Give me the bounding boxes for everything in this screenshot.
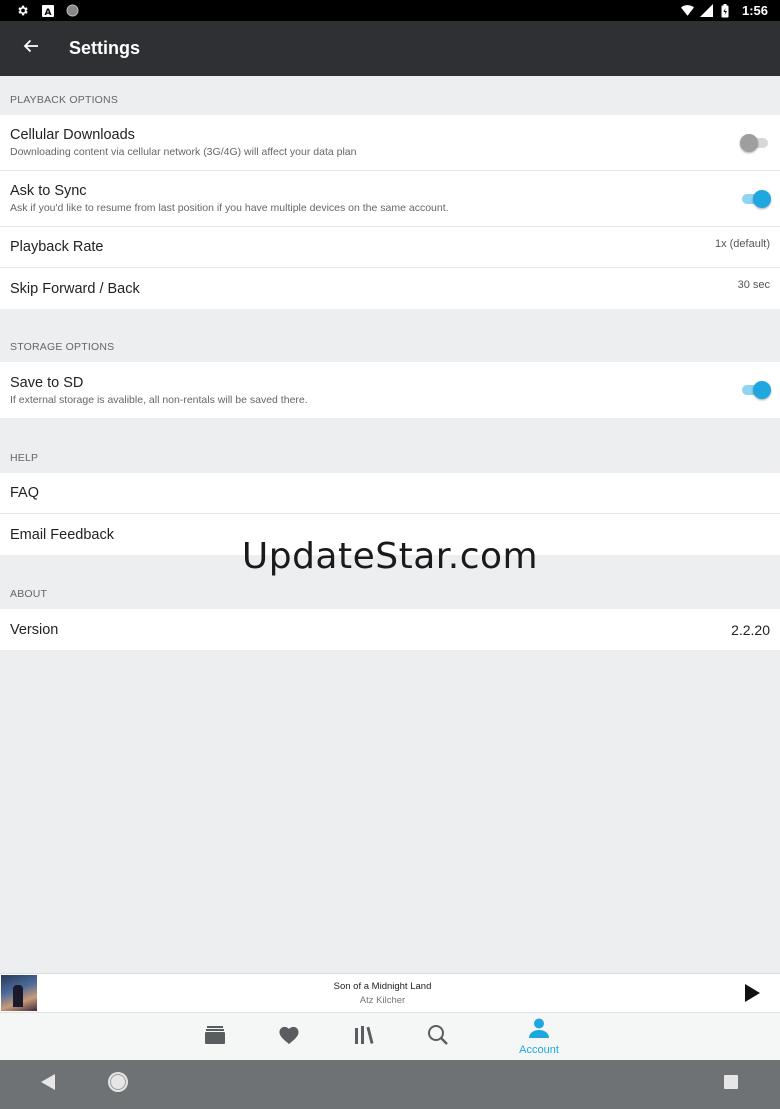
store-icon bbox=[204, 1025, 226, 1050]
home-circle-icon bbox=[106, 1070, 130, 1099]
section-header-help: HELP bbox=[0, 418, 780, 473]
circle-icon bbox=[66, 4, 79, 17]
setting-title: FAQ bbox=[10, 485, 40, 501]
recents-square-icon bbox=[723, 1074, 739, 1095]
setting-subtitle: Ask if you'd like to resume from last po… bbox=[10, 202, 449, 214]
play-icon bbox=[742, 984, 762, 1007]
status-bar: A 1:56 bbox=[0, 0, 780, 21]
setting-title: Ask to Sync bbox=[10, 183, 87, 199]
setting-title: Save to SD bbox=[10, 374, 84, 391]
setting-subtitle: Downloading content via cellular network… bbox=[10, 146, 357, 158]
tab-library[interactable] bbox=[347, 1013, 381, 1061]
cell-signal-icon bbox=[699, 4, 713, 17]
app-bar: Settings bbox=[0, 21, 780, 76]
setting-ask-to-sync[interactable]: Ask to Sync Ask if you'd like to resume … bbox=[0, 171, 780, 227]
a-icon: A bbox=[41, 4, 54, 17]
setting-subtitle: If external storage is avalible, all non… bbox=[10, 393, 308, 406]
system-nav-bar bbox=[0, 1060, 780, 1109]
setting-save-to-sd[interactable]: Save to SD If external storage is avalib… bbox=[0, 362, 780, 418]
svg-text:A: A bbox=[44, 8, 51, 17]
play-button[interactable] bbox=[742, 983, 762, 1003]
setting-title: Cellular Downloads bbox=[10, 127, 135, 143]
ask-to-sync-toggle[interactable] bbox=[740, 189, 771, 209]
search-icon bbox=[427, 1024, 449, 1051]
gear-icon bbox=[16, 4, 29, 17]
person-icon bbox=[528, 1018, 550, 1043]
back-triangle-icon bbox=[39, 1073, 57, 1096]
now-playing-title: Son of a Midnight Land bbox=[333, 980, 432, 992]
now-playing-artist: Atz Kilcher bbox=[359, 994, 406, 1006]
setting-faq[interactable]: FAQ bbox=[0, 473, 780, 514]
heart-icon bbox=[278, 1025, 300, 1050]
cellular-downloads-toggle[interactable] bbox=[740, 133, 770, 153]
nav-home-button[interactable] bbox=[88, 1060, 148, 1109]
setting-value: 30 sec bbox=[737, 279, 770, 291]
bottom-tab-bar: Account bbox=[0, 1012, 780, 1060]
setting-title: Skip Forward / Back bbox=[10, 280, 140, 297]
setting-playback-rate[interactable]: Playback Rate 1x (default) bbox=[0, 227, 780, 268]
wifi-icon bbox=[680, 4, 694, 17]
page-title: Settings bbox=[69, 38, 141, 58]
battery-icon bbox=[719, 3, 732, 17]
setting-title: Playback Rate bbox=[10, 239, 104, 255]
tab-store[interactable] bbox=[198, 1013, 232, 1061]
now-playing-bar[interactable]: Son of a Midnight Land Atz Kilcher bbox=[0, 973, 780, 1012]
nav-back-button[interactable] bbox=[18, 1060, 78, 1109]
setting-version: Version 2.2.20 bbox=[0, 609, 780, 650]
version-value: 2.2.20 bbox=[731, 621, 770, 638]
tab-search[interactable] bbox=[421, 1013, 455, 1061]
watermark: UpdateStar.com bbox=[241, 536, 539, 577]
tab-label: Account bbox=[519, 1044, 559, 1056]
setting-value: 1x (default) bbox=[714, 238, 770, 250]
arrow-left-icon bbox=[23, 38, 39, 59]
nav-recents-button[interactable] bbox=[701, 1060, 761, 1109]
now-playing-info: Son of a Midnight Land Atz Kilcher bbox=[0, 981, 765, 1006]
setting-title: Version bbox=[10, 621, 59, 638]
setting-skip-forward-back[interactable]: Skip Forward / Back 30 sec bbox=[0, 268, 780, 309]
tab-favorites[interactable] bbox=[272, 1013, 306, 1061]
section-header-storage: STORAGE OPTIONS bbox=[0, 309, 780, 362]
setting-cellular-downloads[interactable]: Cellular Downloads Downloading content v… bbox=[0, 115, 780, 171]
tab-account[interactable]: Account bbox=[509, 1013, 569, 1061]
back-button[interactable] bbox=[0, 21, 62, 76]
library-icon bbox=[353, 1025, 375, 1050]
section-header-playback: PLAYBACK OPTIONS bbox=[0, 76, 780, 115]
save-to-sd-toggle[interactable] bbox=[740, 380, 771, 400]
status-time: 1:56 bbox=[741, 3, 768, 18]
